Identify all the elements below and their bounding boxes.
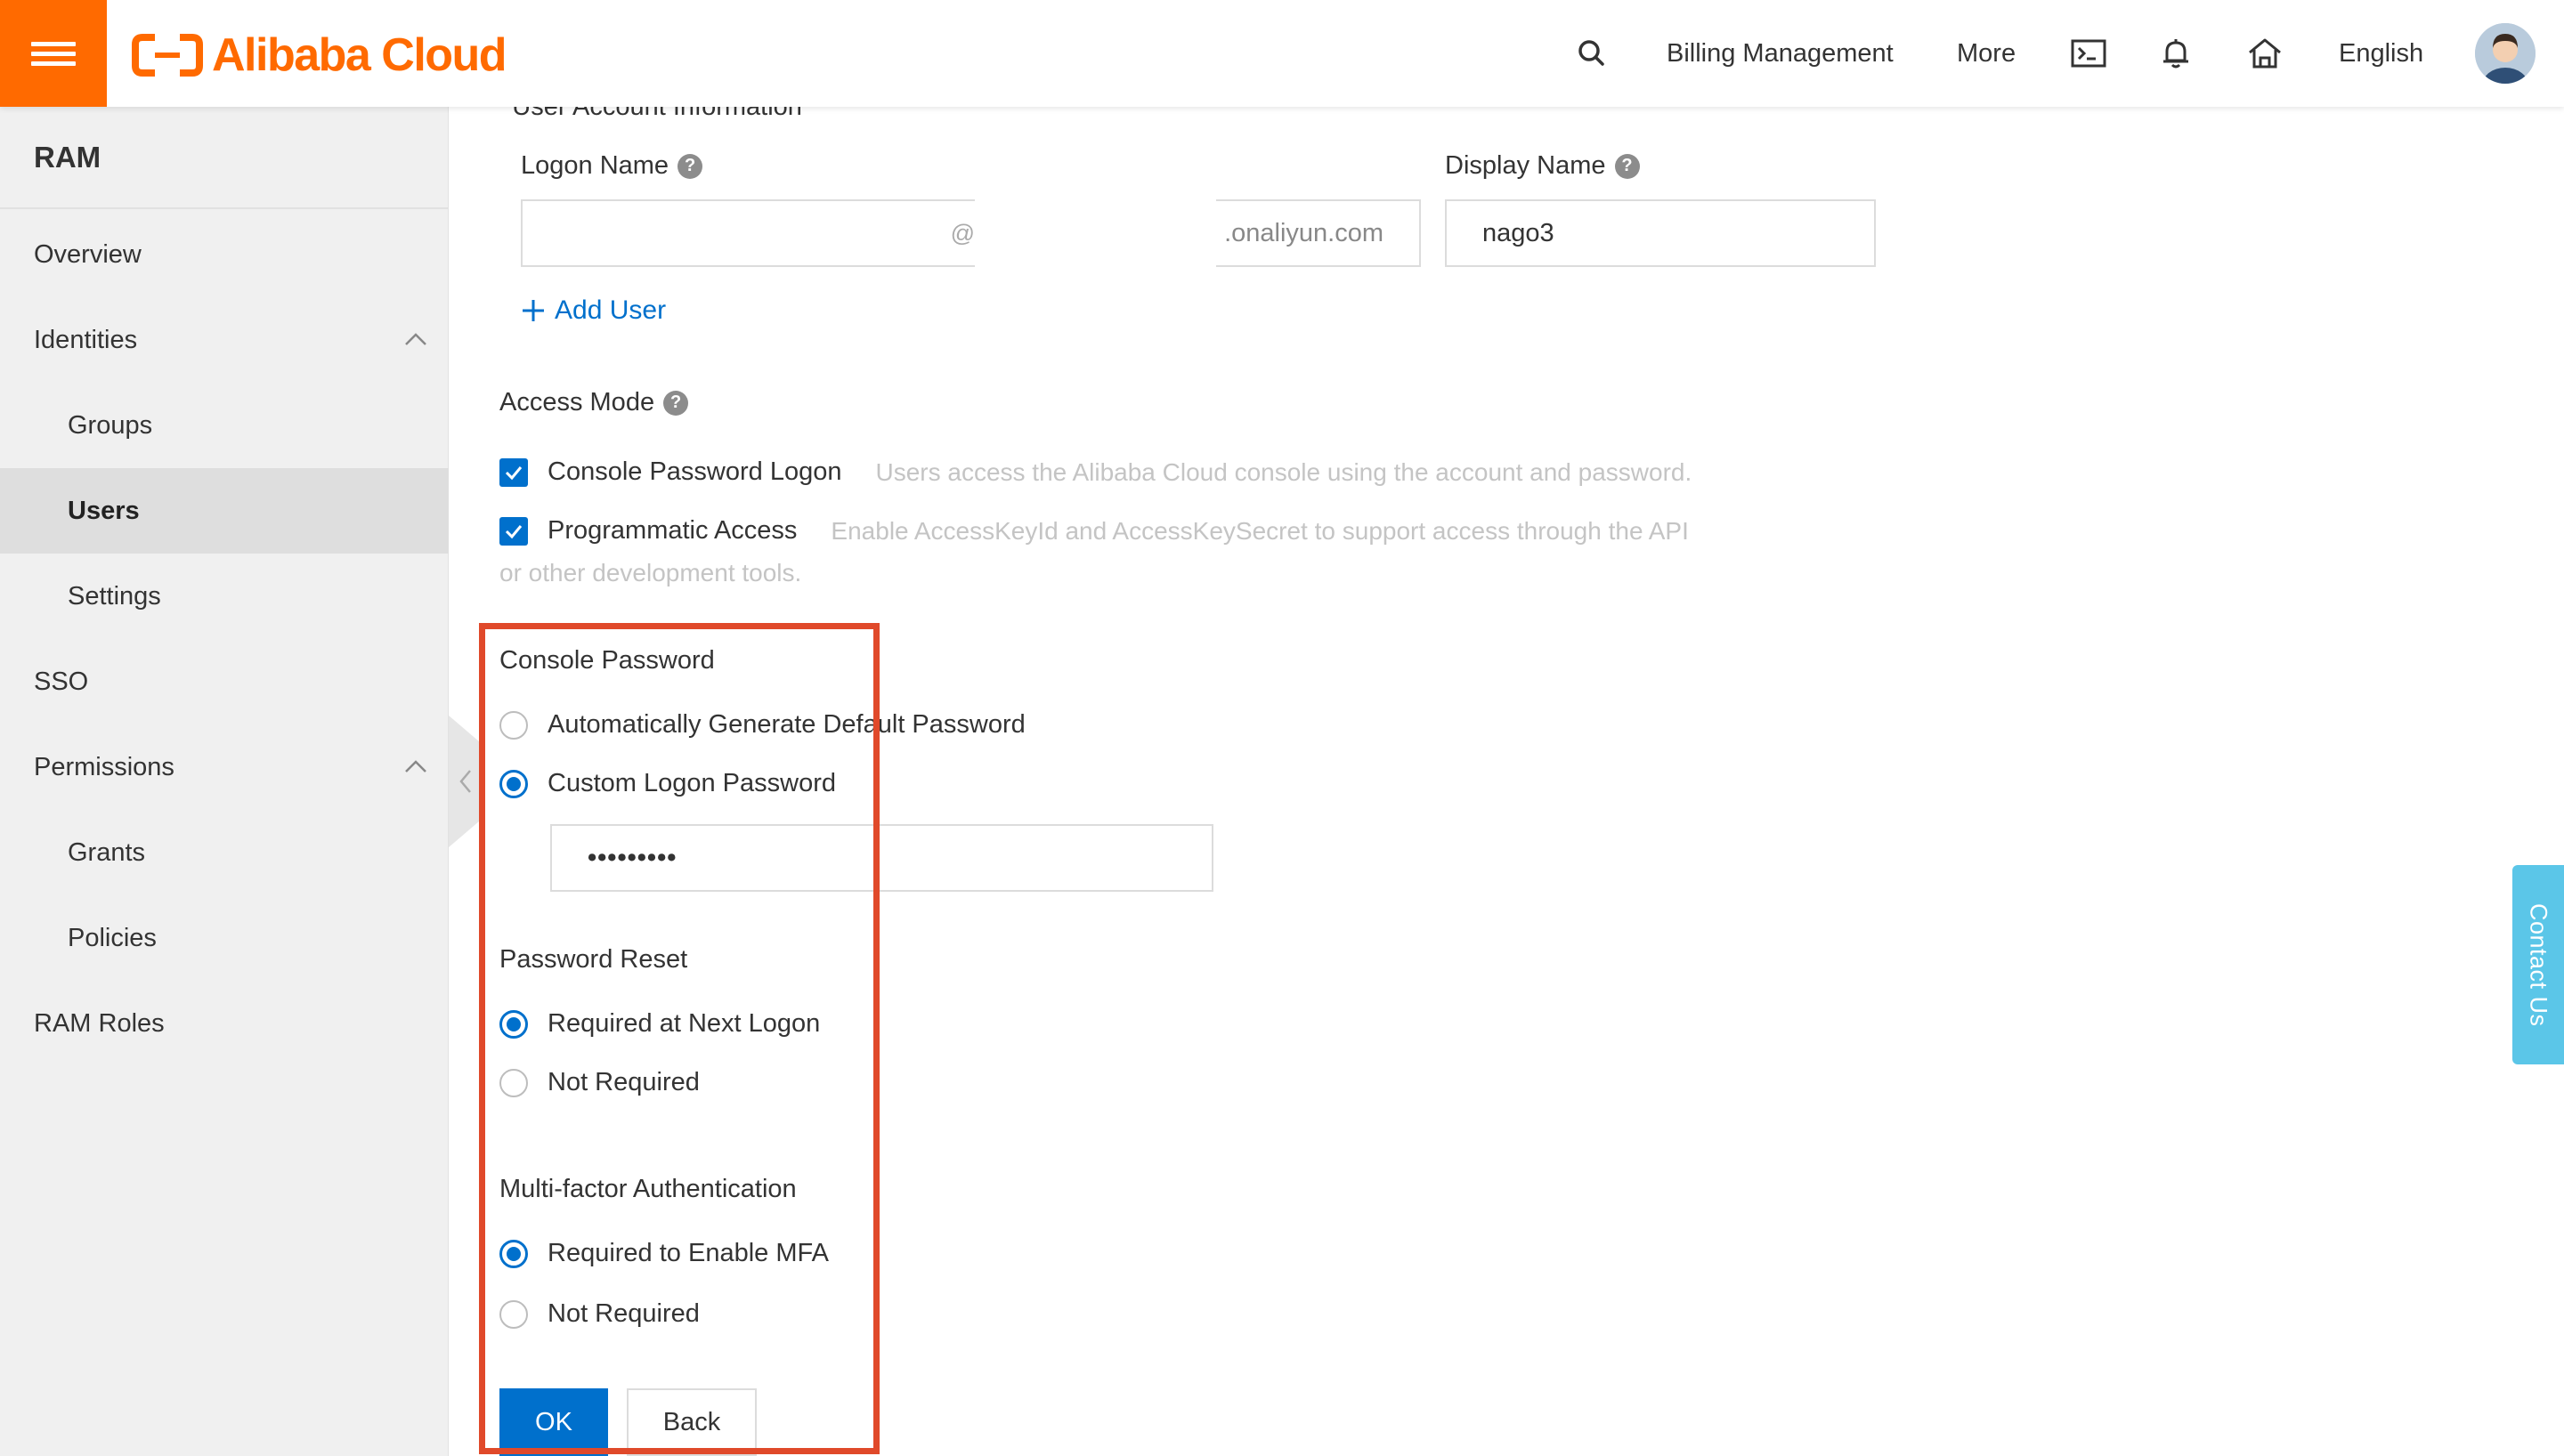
sidebar-item-grants[interactable]: Grants xyxy=(0,810,449,895)
logon-name-input[interactable]: @ xyxy=(521,199,975,267)
console-password-logon-option[interactable]: Console Password Logon Users access the … xyxy=(499,457,1692,487)
chevron-up-icon[interactable] xyxy=(402,754,429,781)
sidebar-item-users[interactable]: Users xyxy=(0,468,449,554)
contact-us-tab[interactable]: Contact Us xyxy=(2512,865,2564,1064)
add-user-label: Add User xyxy=(555,295,667,325)
sidebar-title: RAM xyxy=(34,141,101,174)
avatar-icon xyxy=(2475,23,2536,84)
alibaba-logo-icon xyxy=(132,34,203,77)
sidebar-item-label: SSO xyxy=(34,667,89,696)
sidebar-item-sso[interactable]: SSO xyxy=(0,639,449,724)
sidebar-item-label: Groups xyxy=(68,410,153,440)
domain-suffix-text: .onaliyun.com xyxy=(1224,218,1383,247)
console-logon-description: Users access the Alibaba Cloud console u… xyxy=(875,457,1692,486)
highlight-box xyxy=(479,623,880,1454)
programmatic-access-checkbox[interactable] xyxy=(499,516,528,546)
sidebar-item-groups[interactable]: Groups xyxy=(0,383,449,468)
sidebar-item-identities[interactable]: Identities xyxy=(0,297,449,383)
sidebar-item-policies[interactable]: Policies xyxy=(0,895,449,981)
access-mode-label-text: Access Mode xyxy=(499,388,655,417)
sidebar-item-label: Users xyxy=(68,496,140,525)
at-sign: @ xyxy=(950,219,975,247)
checkmark-icon xyxy=(505,465,523,480)
alibaba-cloud-logo[interactable]: Alibaba Cloud xyxy=(132,28,507,82)
chevron-up-icon[interactable] xyxy=(402,327,429,353)
home-icon[interactable] xyxy=(2245,34,2284,73)
search-icon[interactable] xyxy=(1572,34,1611,73)
display-name-label-text: Display Name xyxy=(1445,151,1606,180)
sidebar-item-ram-roles[interactable]: RAM Roles xyxy=(0,981,449,1066)
logon-name-label: Logon Name ? xyxy=(521,151,703,181)
sidebar-item-permissions[interactable]: Permissions xyxy=(0,724,449,810)
display-name-label: Display Name ? xyxy=(1445,151,1640,181)
display-name-value: nago3 xyxy=(1482,218,1554,247)
terminal-icon[interactable] xyxy=(2069,34,2108,73)
sidebar-item-settings[interactable]: Settings xyxy=(0,554,449,639)
programmatic-access-option[interactable]: Programmatic Access Enable AccessKeyId a… xyxy=(499,516,1689,546)
access-mode-label: Access Mode ? xyxy=(499,388,689,417)
sidebar-item-label: Policies xyxy=(68,923,157,952)
top-navigation-bar: Alibaba Cloud Billing Management More En… xyxy=(0,0,2564,107)
bell-icon[interactable] xyxy=(2156,34,2195,73)
programmatic-access-description: Enable AccessKeyId and AccessKeySecret t… xyxy=(831,516,1689,545)
sidebar-item-label: Grants xyxy=(68,837,146,867)
checkmark-icon xyxy=(505,524,523,538)
help-icon[interactable]: ? xyxy=(663,390,689,416)
sidebar-item-label: Permissions xyxy=(34,752,174,781)
sidebar-item-label: RAM Roles xyxy=(34,1008,165,1038)
logon-name-label-text: Logon Name xyxy=(521,151,669,180)
sidebar-item-label: Identities xyxy=(34,325,138,354)
plus-icon xyxy=(523,300,544,321)
sidebar-item-overview[interactable]: Overview xyxy=(0,212,449,297)
programmatic-access-description-cont: or other development tools. xyxy=(499,559,802,586)
add-user-link[interactable]: Add User xyxy=(521,295,666,326)
more-menu[interactable]: More xyxy=(1957,0,2016,107)
brand-name: Alibaba Cloud xyxy=(212,29,507,81)
language-selector[interactable]: English xyxy=(2339,0,2423,107)
sidebar-item-label: Overview xyxy=(34,239,142,269)
logon-domain-suffix: .onaliyun.com xyxy=(1216,199,1421,267)
console-logon-checkbox[interactable] xyxy=(499,457,528,487)
menu-icon[interactable] xyxy=(0,0,107,107)
sidebar: RAM Overview Identities Groups Users Set… xyxy=(0,107,449,1456)
sidebar-item-label: Settings xyxy=(68,581,161,611)
help-icon[interactable]: ? xyxy=(678,153,703,179)
sidebar-divider xyxy=(0,207,449,209)
display-name-input[interactable]: nago3 xyxy=(1445,199,1876,267)
programmatic-access-label: Programmatic Access xyxy=(548,516,798,545)
contact-us-label: Contact Us xyxy=(2525,902,2552,1027)
help-icon[interactable]: ? xyxy=(1614,153,1640,179)
user-avatar[interactable] xyxy=(2475,23,2536,84)
console-logon-label: Console Password Logon xyxy=(548,457,842,486)
billing-management-link[interactable]: Billing Management xyxy=(1667,0,1894,107)
